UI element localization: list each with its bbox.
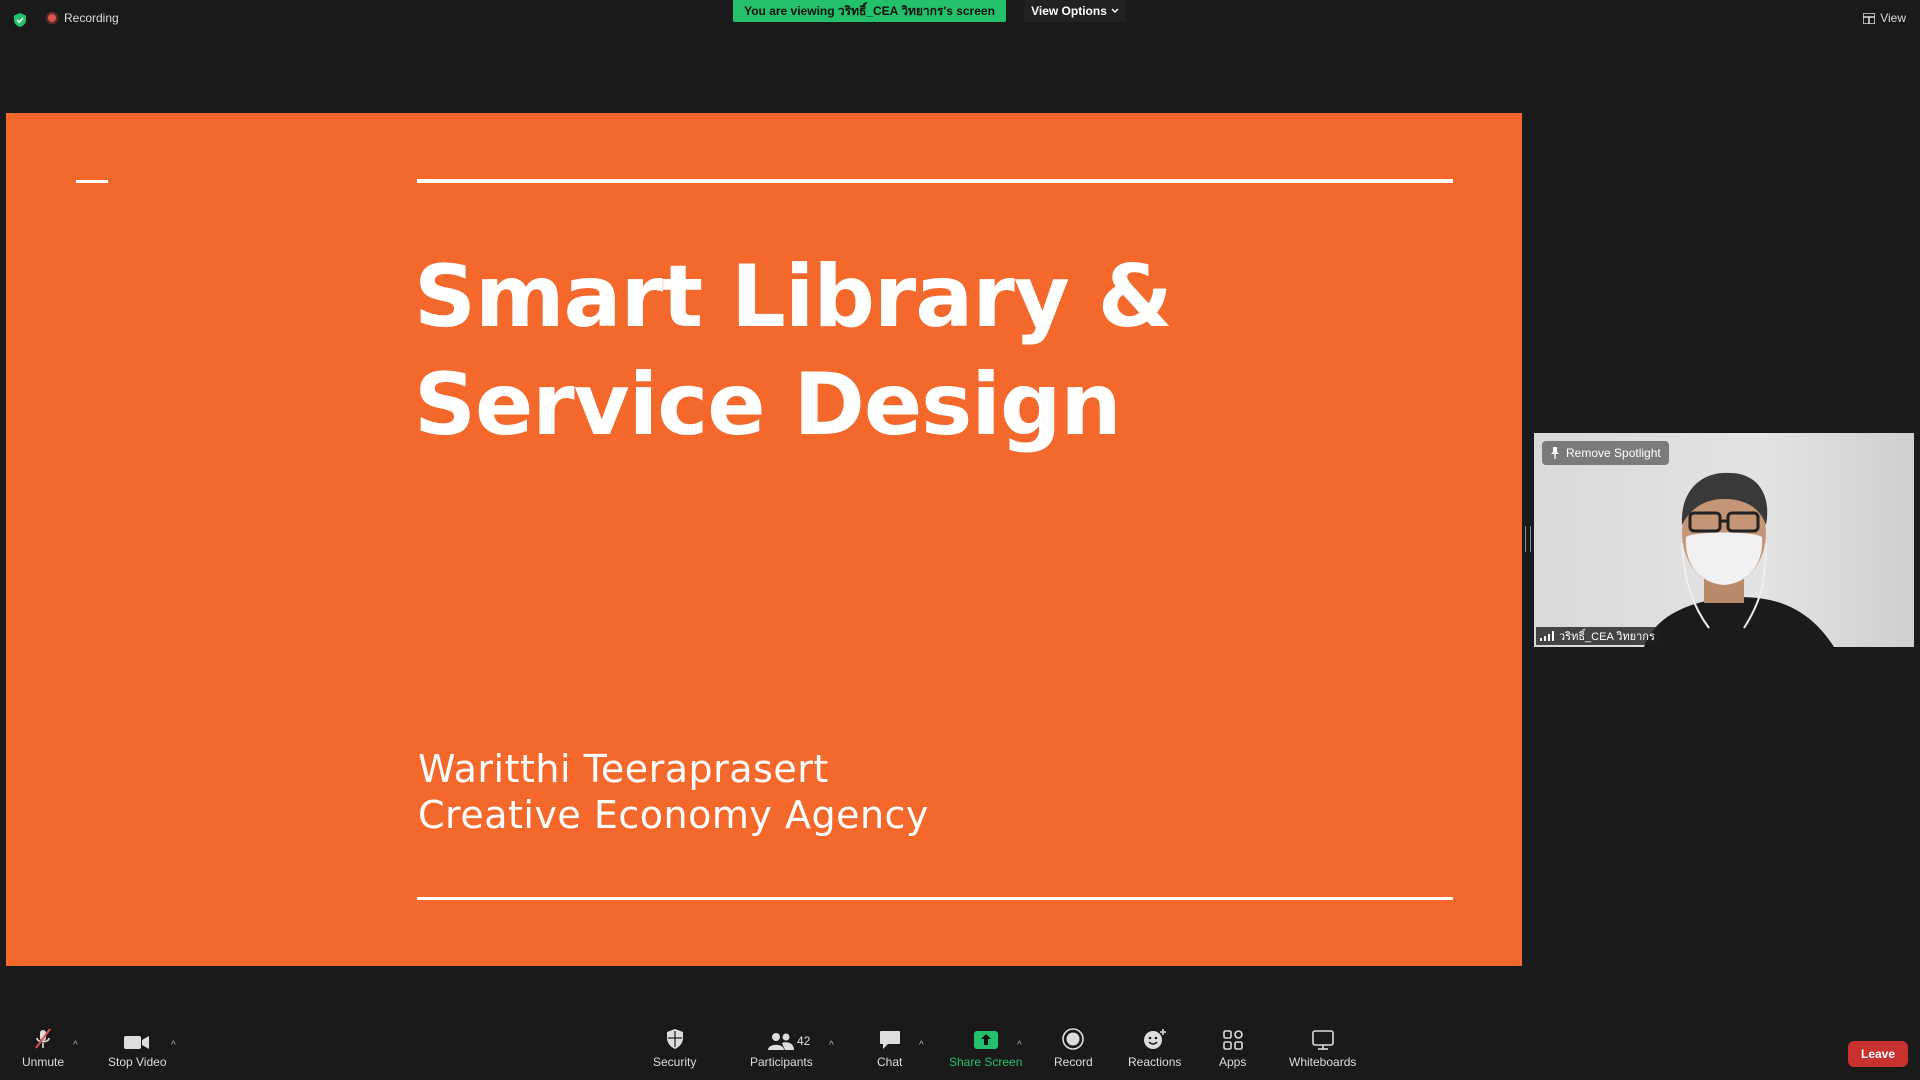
record-label: Record bbox=[1054, 1055, 1093, 1069]
participants-count: 42 bbox=[797, 1034, 811, 1048]
remove-spotlight-button[interactable]: Remove Spotlight bbox=[1542, 441, 1669, 465]
unmute-label: Unmute bbox=[22, 1055, 65, 1069]
recording-dot-icon bbox=[46, 12, 58, 24]
apps-grid-icon bbox=[1222, 1030, 1243, 1050]
view-label: View bbox=[1880, 11, 1906, 25]
slide-accent-line bbox=[76, 180, 108, 183]
view-options-button[interactable]: View Options bbox=[1024, 0, 1126, 22]
panel-resize-handle[interactable] bbox=[1525, 526, 1531, 552]
pin-icon bbox=[1551, 447, 1559, 459]
whiteboards-button[interactable]: Whiteboards bbox=[1289, 1028, 1356, 1069]
record-button[interactable]: Record bbox=[1054, 1028, 1093, 1069]
participant-video-tile[interactable]: Remove Spotlight วริทธิ์_CEA วิทยากร bbox=[1534, 433, 1914, 647]
viewing-screen-banner: You are viewing วริทธิ์_CEA วิทยากร's sc… bbox=[733, 0, 1006, 22]
slide-bottom-divider bbox=[417, 897, 1453, 900]
slide-title-line-2: Service Design bbox=[414, 355, 1122, 455]
participant-video-feed bbox=[1644, 472, 1834, 647]
microphone-muted-icon bbox=[35, 1028, 51, 1049]
video-camera-icon bbox=[124, 1036, 150, 1049]
stop-video-button[interactable]: Stop Video bbox=[108, 1028, 167, 1069]
participants-label: Participants bbox=[750, 1055, 813, 1069]
leave-label: Leave bbox=[1860, 1047, 1896, 1061]
whiteboard-icon bbox=[1311, 1030, 1334, 1050]
participants-icon bbox=[768, 1033, 795, 1050]
grid-view-icon bbox=[1863, 12, 1876, 24]
shared-screen-slide: Smart Library & Service Design Waritthi … bbox=[6, 113, 1522, 966]
slide-author: Waritthi Teeraprasert bbox=[418, 747, 829, 791]
leave-button[interactable]: Leave bbox=[1848, 1041, 1908, 1067]
security-button[interactable]: Security bbox=[653, 1028, 696, 1069]
security-label: Security bbox=[653, 1055, 697, 1069]
participants-options-caret[interactable]: ^ bbox=[829, 1040, 834, 1051]
view-options-label: View Options bbox=[1031, 4, 1107, 18]
share-screen-options-caret[interactable]: ^ bbox=[1017, 1040, 1022, 1051]
signal-strength-icon bbox=[1540, 631, 1554, 641]
security-shield-toolbar-icon bbox=[666, 1029, 683, 1049]
slide-title: Smart Library & Service Design bbox=[414, 243, 1414, 459]
chevron-down-icon bbox=[1111, 8, 1119, 13]
record-icon bbox=[1062, 1028, 1085, 1050]
chat-bubble-icon bbox=[879, 1031, 900, 1049]
participant-name-tag: วริทธิ์_CEA วิทยากร bbox=[1536, 627, 1661, 645]
apps-label: Apps bbox=[1219, 1055, 1247, 1069]
viewing-banner-text: You are viewing วริทธิ์_CEA วิทยากร's sc… bbox=[744, 3, 995, 18]
view-button[interactable]: View bbox=[1863, 11, 1906, 25]
chat-button[interactable]: Chat bbox=[877, 1028, 902, 1069]
remove-spotlight-label: Remove Spotlight bbox=[1566, 446, 1661, 460]
whiteboards-label: Whiteboards bbox=[1289, 1055, 1357, 1069]
chat-options-caret[interactable]: ^ bbox=[919, 1040, 924, 1051]
audio-options-caret[interactable]: ^ bbox=[73, 1040, 78, 1051]
share-screen-button[interactable]: Share Screen bbox=[949, 1028, 1022, 1069]
reactions-label: Reactions bbox=[1128, 1055, 1182, 1069]
security-shield-icon[interactable] bbox=[12, 12, 28, 28]
slide-top-divider bbox=[417, 179, 1453, 183]
reactions-emoji-icon bbox=[1143, 1029, 1166, 1049]
participant-name: วริทธิ์_CEA วิทยากร bbox=[1559, 631, 1655, 643]
apps-button[interactable]: Apps bbox=[1219, 1028, 1246, 1069]
slide-title-line-1: Smart Library & bbox=[414, 247, 1173, 347]
slide-organization: Creative Economy Agency bbox=[418, 793, 929, 837]
stop-video-label: Stop Video bbox=[108, 1055, 167, 1069]
share-screen-label: Share Screen bbox=[949, 1055, 1023, 1069]
chat-label: Chat bbox=[877, 1055, 903, 1069]
recording-indicator[interactable]: Recording bbox=[46, 11, 119, 25]
reactions-button[interactable]: Reactions bbox=[1128, 1028, 1181, 1069]
unmute-button[interactable]: Unmute bbox=[22, 1028, 64, 1069]
share-screen-icon bbox=[973, 1031, 998, 1049]
video-options-caret[interactable]: ^ bbox=[171, 1040, 176, 1051]
recording-label: Recording bbox=[64, 11, 119, 25]
